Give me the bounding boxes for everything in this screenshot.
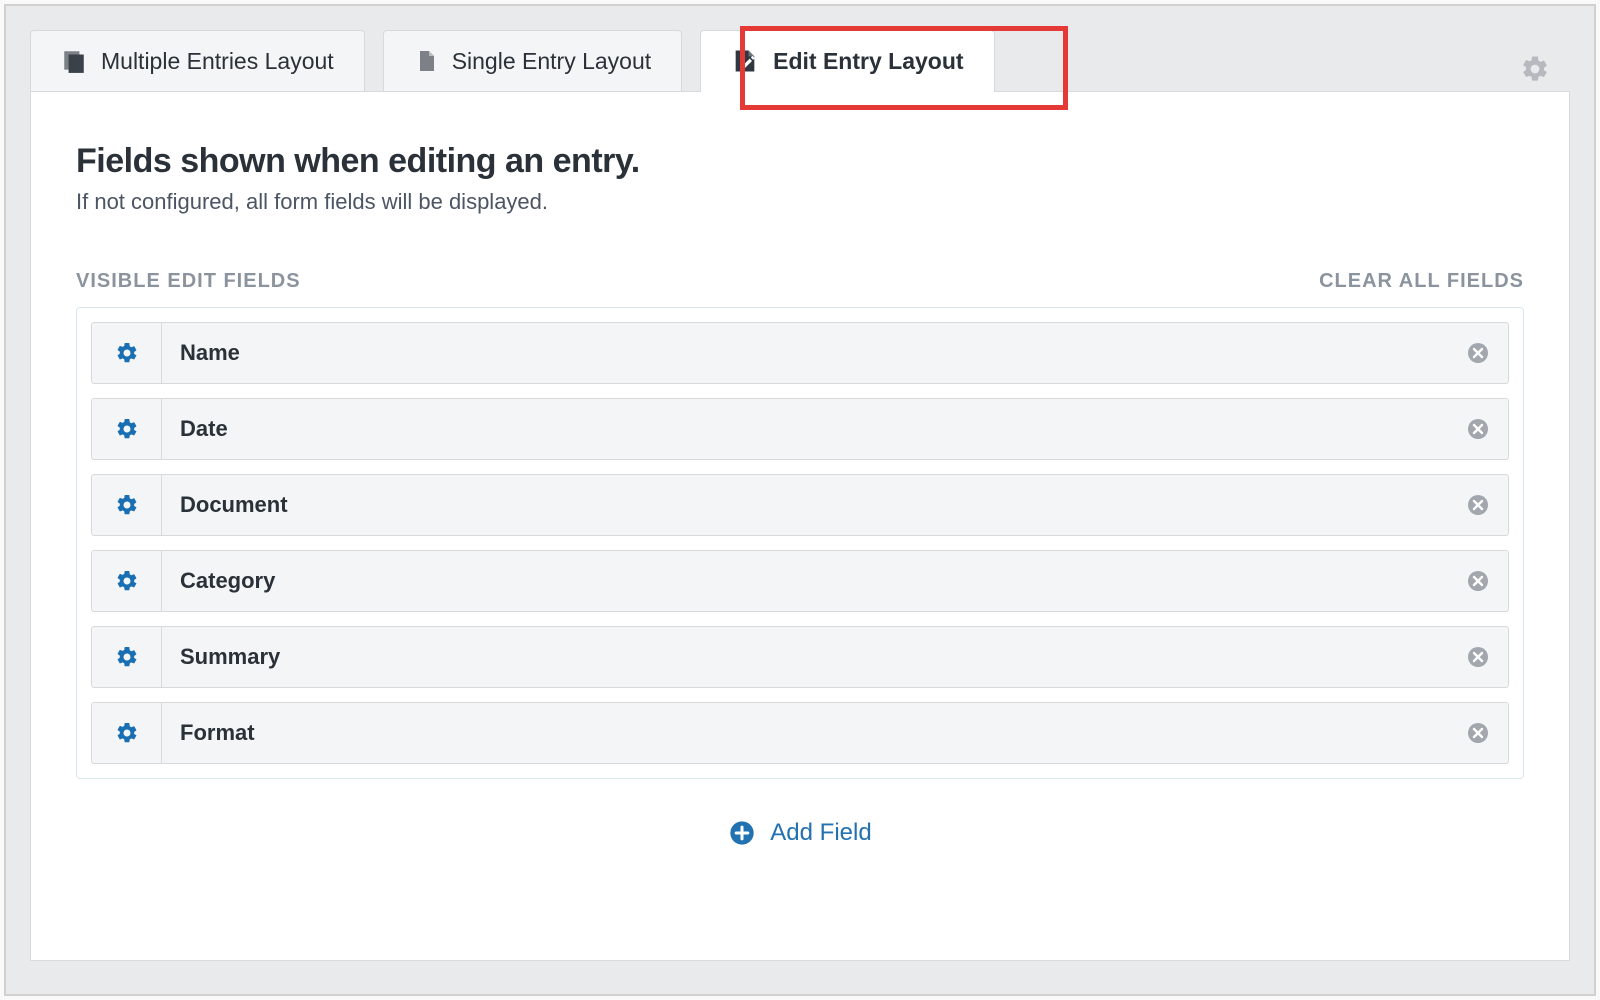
stacked-pages-icon	[61, 48, 87, 74]
field-row[interactable]: Document	[91, 474, 1509, 536]
close-icon	[1466, 341, 1490, 365]
page-title: Fields shown when editing an entry.	[76, 142, 1524, 181]
tab-label: Multiple Entries Layout	[101, 48, 334, 75]
gear-icon	[115, 341, 139, 365]
panel-edit-layout: Fields shown when editing an entry. If n…	[30, 91, 1570, 961]
field-label: Name	[162, 323, 1448, 383]
close-icon	[1466, 721, 1490, 745]
edit-page-icon	[731, 47, 759, 75]
field-row[interactable]: Category	[91, 550, 1509, 612]
field-settings-button[interactable]	[92, 703, 162, 763]
field-row[interactable]: Format	[91, 702, 1509, 764]
close-icon	[1466, 569, 1490, 593]
gear-icon	[115, 417, 139, 441]
add-field-label: Add Field	[770, 819, 871, 847]
field-row[interactable]: Name	[91, 322, 1509, 384]
section-bar: VISIBLE EDIT FIELDS CLEAR ALL FIELDS	[76, 270, 1524, 293]
section-label: VISIBLE EDIT FIELDS	[76, 270, 301, 293]
clear-all-fields-button[interactable]: CLEAR ALL FIELDS	[1319, 270, 1524, 293]
gear-icon	[115, 493, 139, 517]
field-label: Date	[162, 399, 1448, 459]
field-label: Format	[162, 703, 1448, 763]
field-settings-button[interactable]	[92, 323, 162, 383]
tab-single-entry[interactable]: Single Entry Layout	[383, 30, 682, 91]
close-icon	[1466, 645, 1490, 669]
tab-label: Single Entry Layout	[452, 48, 651, 75]
tab-label: Edit Entry Layout	[773, 48, 963, 75]
plus-circle-icon	[728, 819, 756, 847]
close-icon	[1466, 417, 1490, 441]
app-frame: Multiple Entries Layout Single Entry Lay…	[4, 4, 1596, 996]
field-remove-button[interactable]	[1448, 551, 1508, 611]
field-settings-button[interactable]	[92, 475, 162, 535]
page-icon	[414, 48, 438, 74]
field-remove-button[interactable]	[1448, 323, 1508, 383]
field-label: Summary	[162, 627, 1448, 687]
field-label: Document	[162, 475, 1448, 535]
field-remove-button[interactable]	[1448, 475, 1508, 535]
field-remove-button[interactable]	[1448, 703, 1508, 763]
field-label: Category	[162, 551, 1448, 611]
page-subtitle: If not configured, all form fields will …	[76, 189, 1524, 215]
field-remove-button[interactable]	[1448, 399, 1508, 459]
tab-multiple-entries[interactable]: Multiple Entries Layout	[30, 30, 365, 91]
gear-icon	[115, 569, 139, 593]
field-row[interactable]: Date	[91, 398, 1509, 460]
tab-edit-entry[interactable]: Edit Entry Layout	[700, 30, 994, 91]
field-settings-button[interactable]	[92, 399, 162, 459]
tab-bar: Multiple Entries Layout Single Entry Lay…	[6, 6, 1594, 91]
add-field-button[interactable]: Add Field	[76, 819, 1524, 847]
field-remove-button[interactable]	[1448, 627, 1508, 687]
fields-container: Name Date	[76, 307, 1524, 779]
field-settings-button[interactable]	[92, 551, 162, 611]
field-row[interactable]: Summary	[91, 626, 1509, 688]
gear-icon	[115, 721, 139, 745]
gear-icon	[115, 645, 139, 669]
field-settings-button[interactable]	[92, 627, 162, 687]
close-icon	[1466, 493, 1490, 517]
